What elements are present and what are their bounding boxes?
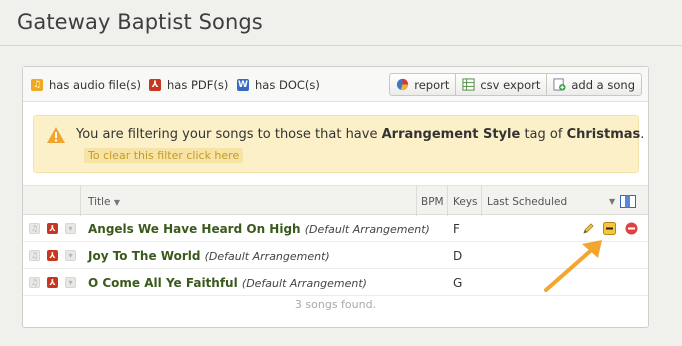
pdf-file-icon[interactable]: ⅄ [47,277,58,288]
arrangement-label: (Default Arrangement) [241,277,367,290]
song-title-text: O Come All Ye Faithful [88,276,238,290]
report-button[interactable]: report [390,74,457,95]
add-song-button[interactable]: add a song [547,74,641,95]
add-song-label: add a song [571,77,635,92]
column-chooser-icon[interactable] [620,195,636,208]
filter-message-prefix: You are filtering your songs to those th… [76,127,382,142]
column-divider [416,186,417,216]
warning-icon [47,127,65,143]
filter-tag-label: Arrangement Style [381,127,521,142]
remove-from-filter-icon[interactable] [603,222,616,235]
column-divider [481,186,482,216]
arrangement-label: (Default Arrangement) [204,250,330,263]
page-title: Gateway Baptist Songs [17,10,263,34]
clear-filter-link[interactable]: To clear this filter click here [84,148,244,163]
filter-message-suffix: . [640,127,645,142]
song-title[interactable]: Joy To The World (Default Arrangement) [88,249,330,263]
song-title[interactable]: O Come All Ye Faithful (Default Arrangem… [88,276,367,290]
audio-file-icon: ♫ [31,79,43,91]
column-title[interactable]: Title ▼ [88,196,120,208]
audio-file-icon: ♫ [29,277,40,288]
column-last-scheduled[interactable]: Last Scheduled [487,196,567,208]
toolbar-buttons: report csv export add a song [389,73,642,96]
pdf-file-icon: ⅄ [149,79,161,91]
song-key: F [453,222,460,236]
table-header: Title ▼ BPM Keys Last Scheduled ▼ [23,185,648,216]
column-menu-icon[interactable]: ▼ [609,197,615,206]
column-keys[interactable]: Keys [453,196,478,208]
doc-file-icon: ▾ [65,250,76,261]
arrangement-label: (Default Arrangement) [304,223,430,236]
legend-audio-label: has audio file(s) [49,78,141,92]
csv-export-label: csv export [480,77,541,92]
song-title-text: Joy To The World [88,249,201,263]
song-title[interactable]: Angels We Have Heard On High (Default Ar… [88,222,430,236]
audio-file-icon: ♫ [29,223,40,234]
report-label: report [414,77,450,92]
legend-doc: W has DOC(s) [237,78,320,92]
legend-doc-label: has DOC(s) [255,78,320,92]
doc-file-icon: ▾ [65,277,76,288]
spreadsheet-icon [462,78,475,91]
page-header: Gateway Baptist Songs [0,0,682,46]
song-title-text: Angels We Have Heard On High [88,222,301,236]
column-bpm[interactable]: BPM [421,196,444,208]
filter-alert: You are filtering your songs to those th… [33,115,644,173]
legend-pdf: ⅄ has PDF(s) [149,78,228,92]
filter-tag-value: Christmas [566,127,641,142]
legend-pdf-label: has PDF(s) [167,78,229,92]
song-key: G [453,276,463,290]
pdf-file-icon[interactable]: ⅄ [47,250,58,261]
pie-chart-icon [397,78,409,91]
filter-message-middle: tag of [520,127,567,142]
add-song-icon [553,78,566,91]
songs-count: 3 songs found. [294,298,377,311]
csv-export-button[interactable]: csv export [456,74,548,95]
filter-message: You are filtering your songs to those th… [76,127,644,142]
edit-pencil-icon[interactable] [582,222,595,235]
column-title-label: Title [88,196,111,208]
sort-down-icon: ▼ [113,198,121,207]
legend-toolbar: ♫ has audio file(s) ⅄ has PDF(s) W has D… [23,67,648,102]
column-divider [80,186,81,216]
song-key: D [453,249,463,263]
delete-icon[interactable] [625,222,638,235]
legend-audio: ♫ has audio file(s) [31,78,141,92]
doc-file-icon: ▾ [65,223,76,234]
audio-file-icon: ♫ [29,250,40,261]
doc-file-icon: W [237,79,249,91]
column-divider [447,186,448,216]
pdf-file-icon[interactable]: ⅄ [47,223,58,234]
annotation-arrow-icon [544,240,602,292]
